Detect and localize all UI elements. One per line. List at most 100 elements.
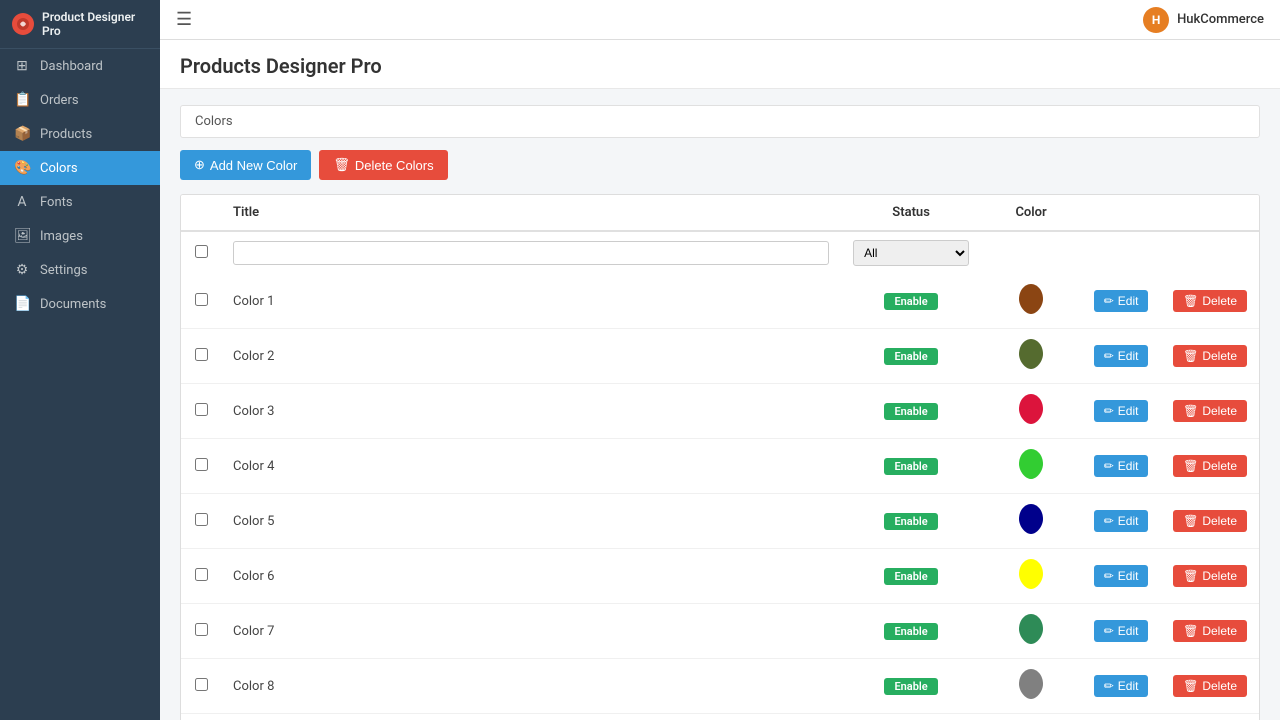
row-color-cell [981,549,1081,604]
row-checkbox[interactable] [195,513,208,526]
row-checkbox[interactable] [195,568,208,581]
status-badge: Enable [884,348,937,365]
delete-button[interactable]: 🗑 Delete [1173,620,1247,642]
row-status-cell: Enable [841,494,981,549]
row-checkbox[interactable] [195,348,208,361]
status-filter-select[interactable]: All [853,240,969,266]
status-badge: Enable [884,623,937,640]
row-edit-cell: ✏ Edit [1081,274,1161,329]
row-checkbox[interactable] [195,403,208,416]
row-check-cell [181,714,221,720]
edit-button[interactable]: ✏ Edit [1094,675,1149,697]
table-row: Color 5 Enable ✏ Edit 🗑 Delete [181,494,1259,549]
sidebar-item-dashboard[interactable]: ⊞Dashboard [0,49,160,83]
edit-button[interactable]: ✏ Edit [1094,400,1149,422]
row-check-cell [181,274,221,329]
sidebar-item-settings[interactable]: ⚙Settings [0,253,160,287]
row-edit-cell: ✏ Edit [1081,714,1161,720]
row-title-cell: Color 7 [221,604,841,659]
status-badge: Enable [884,403,937,420]
sidebar-item-fonts[interactable]: AFonts [0,185,160,219]
status-badge: Enable [884,568,937,585]
page-header: Products Designer Pro [160,40,1280,89]
delete-button[interactable]: 🗑 Delete [1173,400,1247,422]
row-status-cell: Enable [841,329,981,384]
col-header-title: Title [221,195,841,231]
sidebar-label-colors: Colors [40,161,78,176]
row-delete-cell: 🗑 Delete [1161,274,1259,329]
row-delete-cell: 🗑 Delete [1161,384,1259,439]
sidebar-item-orders[interactable]: 📋Orders [0,83,160,117]
select-all-checkbox[interactable] [195,245,208,258]
sidebar-item-documents[interactable]: 📄 Documents [0,287,160,321]
sidebar-item-colors[interactable]: 🎨Colors [0,151,160,185]
documents-icon: 📄 [14,296,30,312]
edit-button[interactable]: ✏ Edit [1094,345,1149,367]
sidebar-item-products[interactable]: 📦Products [0,117,160,151]
status-badge: Enable [884,458,937,475]
row-status-cell: Enable [841,439,981,494]
edit-button[interactable]: ✏ Edit [1094,620,1149,642]
hamburger-icon[interactable]: ☰ [176,9,192,30]
user-name: HukCommerce [1177,12,1264,27]
row-title-cell: Color 5 [221,494,841,549]
col-header-delete [1161,195,1259,231]
delete-colors-button[interactable]: 🗑 Delete Colors [319,150,447,180]
delete-button[interactable]: 🗑 Delete [1173,675,1247,697]
add-color-button[interactable]: ⊕ Add New Color [180,150,311,180]
row-check-cell [181,659,221,714]
pencil-icon: ✏ [1104,294,1114,308]
row-title-cell: Color 4 [221,439,841,494]
delete-button[interactable]: 🗑 Delete [1173,510,1247,532]
row-status-cell: Enable [841,274,981,329]
pencil-icon: ✏ [1104,459,1114,473]
row-edit-cell: ✏ Edit [1081,494,1161,549]
row-delete-cell: 🗑 Delete [1161,329,1259,384]
row-delete-cell: 🗑 Delete [1161,439,1259,494]
delete-button[interactable]: 🗑 Delete [1173,290,1247,312]
filter-check-cell [181,231,221,274]
delete-button[interactable]: 🗑 Delete [1173,565,1247,587]
filter-color-cell [981,231,1081,274]
edit-button[interactable]: ✏ Edit [1094,565,1149,587]
row-delete-cell: 🗑 Delete [1161,659,1259,714]
filter-status-cell: All [841,231,981,274]
colors-table-wrapper: Title Status Color [180,194,1260,720]
row-checkbox[interactable] [195,293,208,306]
row-checkbox[interactable] [195,623,208,636]
images-icon: 🖼 [14,228,30,244]
edit-button[interactable]: ✏ Edit [1094,290,1149,312]
status-badge: Enable [884,513,937,530]
row-status-cell: Enable [841,714,981,720]
table-row: Color 8 Enable ✏ Edit 🗑 Delete [181,659,1259,714]
sidebar-label-documents: Documents [40,297,106,312]
row-title-cell: Color 1 [221,274,841,329]
table-row: Color 6 Enable ✏ Edit 🗑 Delete [181,549,1259,604]
sidebar-item-images[interactable]: 🖼Images [0,219,160,253]
edit-button[interactable]: ✏ Edit [1094,510,1149,532]
col-header-edit [1081,195,1161,231]
row-check-cell [181,604,221,659]
row-check-cell [181,494,221,549]
title-filter-input[interactable] [233,241,829,265]
row-status-cell: Enable [841,659,981,714]
row-title-cell: Color 6 [221,549,841,604]
row-color-cell [981,659,1081,714]
edit-button[interactable]: ✏ Edit [1094,455,1149,477]
dashboard-icon: ⊞ [14,58,30,74]
delete-button[interactable]: 🗑 Delete [1173,345,1247,367]
trash-icon: 🗑 [1183,404,1198,418]
delete-button[interactable]: 🗑 Delete [1173,455,1247,477]
table-filter-row: All [181,231,1259,274]
breadcrumb: Colors [180,105,1260,138]
row-status-cell: Enable [841,384,981,439]
trash-icon: 🗑 [1183,679,1198,693]
row-color-cell [981,384,1081,439]
row-status-cell: Enable [841,549,981,604]
row-edit-cell: ✏ Edit [1081,329,1161,384]
row-checkbox[interactable] [195,678,208,691]
trash-icon: 🗑 [1183,569,1198,583]
table-row: Color 7 Enable ✏ Edit 🗑 Delete [181,604,1259,659]
row-checkbox[interactable] [195,458,208,471]
plus-icon: ⊕ [194,157,205,173]
